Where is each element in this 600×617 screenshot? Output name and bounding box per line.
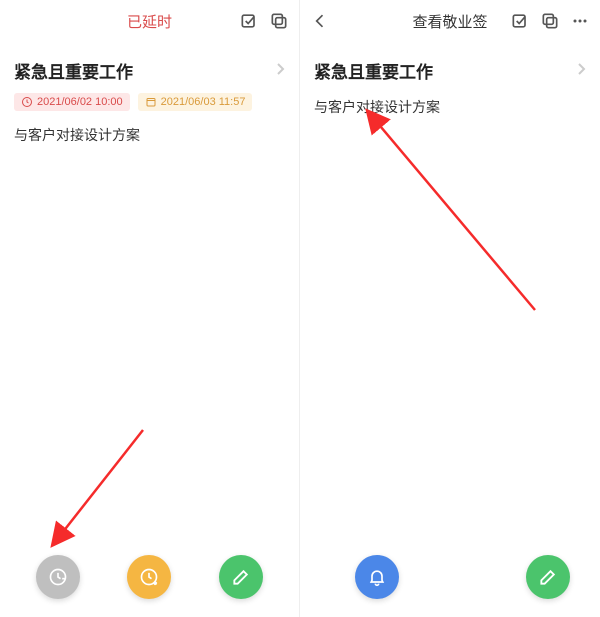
schedule-badge[interactable]: 2021/06/02 10:00 bbox=[14, 93, 130, 111]
left-content: 与客户对接设计方案 bbox=[0, 115, 299, 145]
copy-icon[interactable] bbox=[269, 11, 289, 31]
notify-button[interactable] bbox=[355, 555, 399, 599]
complete-badge[interactable]: 2021/06/03 11:57 bbox=[138, 93, 253, 111]
right-section[interactable]: 紧急且重要工作 bbox=[300, 42, 600, 87]
checkbox-icon[interactable] bbox=[510, 11, 530, 31]
more-icon[interactable] bbox=[570, 11, 590, 31]
time-badges: 2021/06/02 10:00 2021/06/03 11:57 bbox=[14, 93, 285, 111]
edit-button[interactable] bbox=[219, 555, 263, 599]
checkbox-icon[interactable] bbox=[239, 11, 259, 31]
schedule-badge-text: 2021/06/02 10:00 bbox=[37, 96, 123, 108]
bell-icon bbox=[367, 567, 387, 587]
clock-icon bbox=[21, 96, 33, 108]
history-button[interactable] bbox=[36, 555, 80, 599]
history-icon bbox=[48, 567, 68, 587]
right-title: 查看敬业签 bbox=[412, 11, 487, 32]
edit-button[interactable] bbox=[526, 555, 570, 599]
right-topbar: 查看敬业签 bbox=[300, 0, 600, 42]
left-section[interactable]: 紧急且重要工作 2021/06/02 10:00 2021/06/03 11:5… bbox=[0, 42, 299, 115]
complete-badge-text: 2021/06/03 11:57 bbox=[161, 96, 246, 108]
left-topbar: 已延时 bbox=[0, 0, 299, 42]
left-pane: 已延时 紧急且重要工作 2021/06/02 10:00 bbox=[0, 0, 300, 617]
add-time-button[interactable] bbox=[127, 555, 171, 599]
calendar-icon bbox=[145, 96, 157, 108]
chevron-right-icon bbox=[275, 62, 285, 79]
right-section-title: 紧急且重要工作 bbox=[314, 58, 433, 83]
left-title: 已延时 bbox=[127, 11, 172, 32]
left-section-title: 紧急且重要工作 bbox=[14, 58, 133, 83]
right-pane: 查看敬业签 紧急且重要工作 与客户对接设计方案 bbox=[300, 0, 600, 617]
back-icon[interactable] bbox=[310, 11, 330, 31]
copy-icon[interactable] bbox=[540, 11, 560, 31]
pencil-icon bbox=[538, 567, 558, 587]
right-bottom-bar bbox=[300, 541, 600, 617]
chevron-right-icon bbox=[576, 62, 586, 79]
right-content: 与客户对接设计方案 bbox=[300, 87, 600, 117]
left-bottom-bar bbox=[0, 541, 299, 617]
pencil-icon bbox=[231, 567, 251, 587]
clock-plus-icon bbox=[139, 567, 159, 587]
